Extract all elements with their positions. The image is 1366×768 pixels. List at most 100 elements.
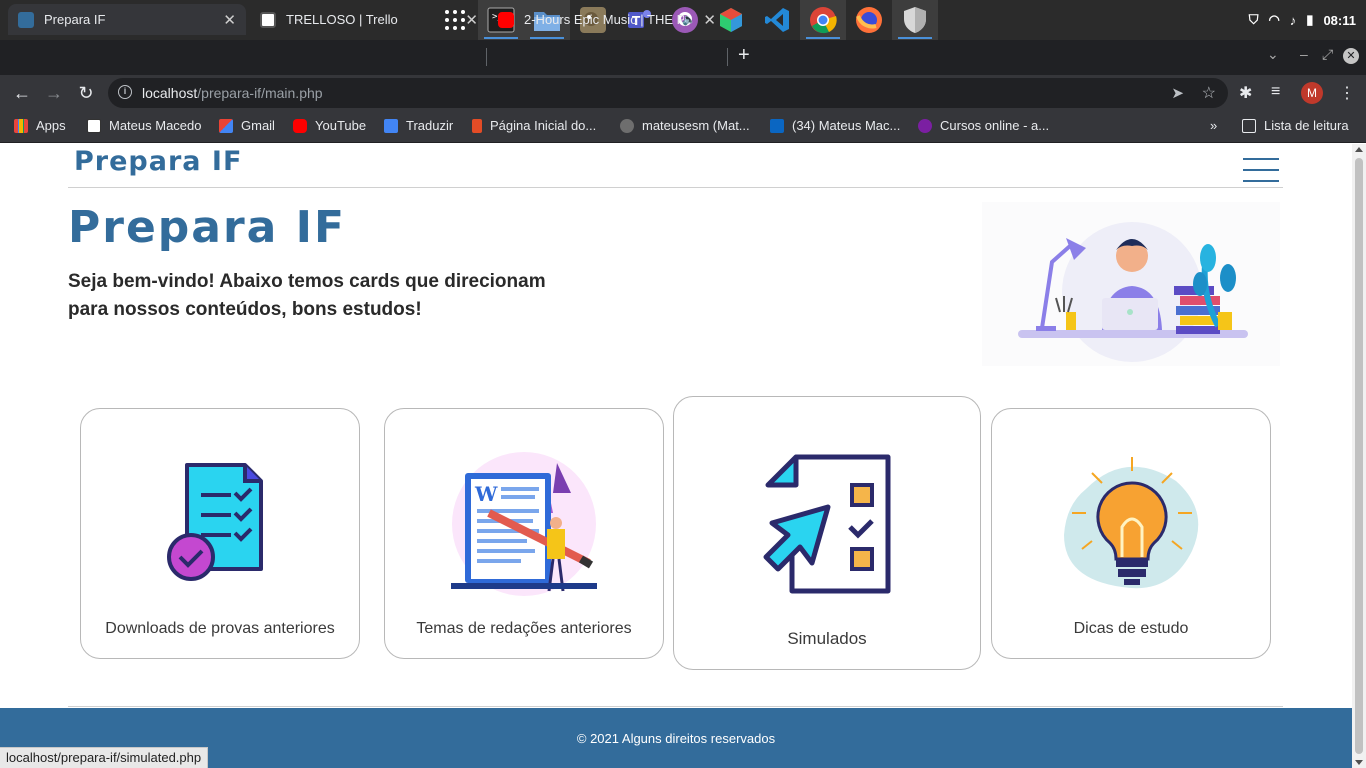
address-bar[interactable]: i localhost/prepara-if/main.php ➤ ☆ — [108, 78, 1228, 108]
music-icon: ♪ — [1289, 12, 1297, 28]
close-tab-icon[interactable]: ✕ — [223, 11, 236, 29]
reading-list-icon — [1242, 118, 1256, 133]
system-tray[interactable]: ⛉ ◠ ♪ ▮ 08:11 — [1249, 0, 1356, 40]
url-text[interactable]: localhost/prepara-if/main.php — [142, 85, 323, 101]
browser-toolbar: ← → ↻ i localhost/prepara-if/main.php ➤ … — [0, 75, 1366, 111]
reading-list-label: Lista de leitura — [1264, 118, 1349, 133]
bookmark-label: mateusesm (Mat... — [642, 118, 750, 133]
bookmark-label: Apps — [36, 118, 66, 133]
bookmark-label: Página Inicial do... — [490, 118, 597, 133]
svg-text:W: W — [474, 482, 498, 506]
url-host: localhost — [142, 85, 198, 101]
bookmark-linkedin[interactable]: (34) Mateus Mac... — [770, 118, 900, 133]
navbar-brand[interactable]: Prepara IF — [74, 146, 242, 177]
url-path: /prepara-if/main.php — [197, 85, 323, 101]
extensions-icon[interactable]: ✱ — [1239, 83, 1252, 103]
card-label: Downloads de provas anteriores — [105, 620, 335, 637]
site-info-icon[interactable]: i — [118, 85, 132, 99]
profile-avatar[interactable]: M — [1301, 82, 1323, 104]
chrome-menu-icon[interactable]: ⋮ — [1339, 83, 1355, 103]
close-window-icon[interactable]: ✕ — [1343, 48, 1359, 64]
bookmark-label: (34) Mateus Mac... — [792, 118, 901, 133]
scroll-down-icon[interactable] — [1355, 760, 1363, 765]
battery-icon: ▮ — [1306, 12, 1314, 27]
tab-separator — [486, 48, 487, 66]
card-label: Simulados — [787, 629, 867, 648]
gmail-icon — [219, 118, 233, 133]
clock[interactable]: 08:11 — [1323, 13, 1356, 28]
close-tab-icon[interactable]: ✕ — [465, 11, 478, 29]
card-dicas-estudo[interactable]: Dicas de estudo — [991, 408, 1271, 659]
bookmark-courses[interactable]: Cursos online - a... — [918, 118, 1049, 133]
reading-list-button[interactable]: Lista de leitura — [1242, 118, 1349, 133]
card-downloads-provas[interactable]: Downloads de provas anteriores — [80, 408, 360, 659]
lightbulb-icon — [1064, 457, 1199, 589]
link-status-bubble: localhost/prepara-if/simulated.php — [0, 747, 209, 768]
chrome-icon[interactable] — [800, 0, 846, 40]
bookmark-label: Cursos online - a... — [940, 118, 1050, 133]
footer-divider — [68, 706, 1283, 707]
bookmark-notion[interactable]: Mateus Macedo — [87, 118, 202, 133]
web-page: Prepara IF Prepara IF Seja bem-vindo! Ab… — [0, 144, 1352, 768]
udemy-icon — [918, 118, 932, 133]
bookmarks-bar: Apps Mateus Macedo Gmail YouTube Traduzi… — [0, 111, 1366, 143]
tab-title: Prepara IF — [44, 12, 106, 27]
tab-trello[interactable]: TRELLOSO | Trello ✕ — [250, 4, 488, 35]
minimize-icon[interactable]: – — [1300, 46, 1308, 62]
linkedin-icon — [770, 118, 784, 133]
bookmark-youtube[interactable]: YouTube — [293, 118, 366, 133]
tab-prepara-if[interactable]: Prepara IF ✕ — [8, 4, 246, 35]
essay-writing-icon: W — [451, 452, 597, 596]
tab-youtube[interactable]: 2-Hours Epic Music | THE P 🔈 ✕ — [488, 4, 726, 35]
back-button[interactable]: ← — [10, 81, 34, 105]
apps-grid-icon — [14, 118, 28, 133]
site-navbar: Prepara IF — [68, 144, 1283, 188]
student-studying-illustration — [982, 202, 1280, 366]
page-scrollbar[interactable] — [1352, 144, 1366, 768]
vscode-icon[interactable] — [754, 0, 800, 40]
firefox-icon[interactable] — [846, 0, 892, 40]
audio-playing-icon[interactable]: 🔈 — [682, 13, 696, 26]
reload-button[interactable]: ↻ — [74, 81, 98, 105]
shield-status-icon: ⛉ — [1248, 12, 1259, 27]
maximize-icon[interactable]: ⤢ — [1322, 46, 1333, 63]
card-simulados[interactable]: Simulados — [673, 396, 981, 670]
scroll-up-icon[interactable] — [1355, 147, 1363, 152]
hero-welcome-text: Seja bem-vindo! Abaixo temos cards que d… — [68, 271, 546, 320]
tab-title: 2-Hours Epic Music | THE P — [524, 12, 684, 27]
bookmark-label: Gmail — [241, 118, 275, 133]
card-label: Temas de redações anteriores — [416, 620, 632, 637]
tab-search-icon[interactable]: ⌄ — [1267, 46, 1279, 63]
github-icon — [620, 118, 634, 133]
forward-button[interactable]: → — [42, 81, 66, 105]
bookmark-github[interactable]: mateusesm (Mat... — [620, 118, 750, 133]
close-tab-icon[interactable]: ✕ — [703, 11, 716, 29]
bookmark-label: Traduzir — [406, 118, 454, 133]
bookmark-translate[interactable]: Traduzir — [384, 118, 453, 133]
scrollbar-thumb[interactable] — [1355, 158, 1363, 754]
youtube-favicon-icon — [498, 11, 514, 28]
bookmark-label: YouTube — [315, 118, 367, 133]
html-icon — [472, 118, 482, 133]
shield-icon[interactable] — [892, 0, 938, 40]
quiz-icon — [763, 454, 891, 594]
bookmark-homepage[interactable]: Página Inicial do... — [472, 118, 596, 133]
bookmark-label: Mateus Macedo — [109, 118, 202, 133]
bookmark-star-icon[interactable]: ☆ — [1202, 83, 1216, 103]
bookmark-gmail[interactable]: Gmail — [219, 118, 275, 133]
youtube-icon — [293, 118, 307, 133]
hamburger-menu-icon[interactable] — [1243, 158, 1279, 182]
new-tab-button[interactable]: + — [738, 44, 750, 67]
media-control-icon[interactable]: ≡ — [1271, 83, 1280, 101]
send-to-device-icon[interactable]: ➤ — [1171, 84, 1184, 102]
more-bookmarks-icon[interactable]: » — [1210, 118, 1217, 133]
site-favicon-icon — [18, 11, 34, 28]
translate-icon — [384, 118, 398, 133]
wifi-icon: ◠ — [1268, 12, 1280, 27]
notion-icon — [87, 118, 101, 133]
browser-tab-strip — [0, 40, 1366, 75]
hero-title: Prepara IF — [68, 202, 347, 253]
card-temas-redacoes[interactable]: W Temas de redações anteriores — [384, 408, 664, 659]
bookmark-apps[interactable]: Apps — [14, 118, 66, 133]
footer-copyright: © 2021 Alguns direitos reservados — [576, 731, 776, 746]
